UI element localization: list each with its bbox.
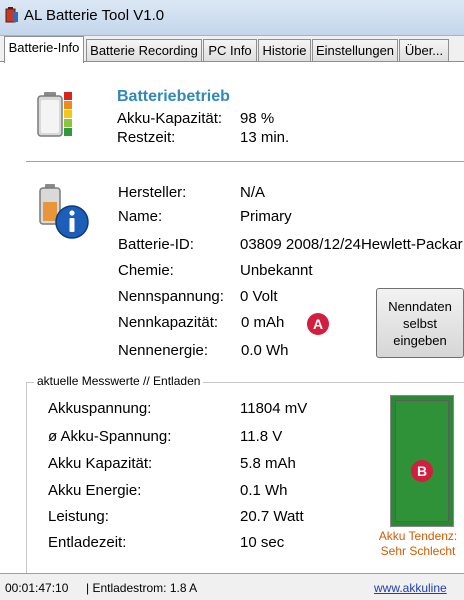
power-value: 20.7 Watt [240,508,304,525]
tendency-value: Sehr Schlecht [380,544,456,558]
tab-batterie-info[interactable]: Batterie-Info [4,36,84,63]
tab-panel-batterie-info: Batteriebetrieb Akku-Kapazität: 98 % Res… [0,61,464,574]
status-bar: 00:01:47:10 | Entladestrom: 1.8 A www.ak… [0,573,464,600]
section-divider [26,161,464,162]
measurements-group-title: aktuelle Messwerte // Entladen [34,374,204,388]
nominal-voltage-value: 0 Volt [240,288,278,305]
app-battery-icon [5,7,18,23]
battery-name-value: Primary [240,208,292,225]
tab-bar: Batterie-Info Batterie Recording PC Info… [0,36,464,63]
current-capacity-label: Akku Kapazität: [48,455,153,472]
energy-value: 0.1 Wh [240,482,288,499]
capacity-value: 98 % [240,110,275,127]
avg-voltage-value: 11.8 V [240,428,283,445]
window-title: AL Batterie Tool V1.0 [24,7,165,24]
title-bar[interactable]: AL Batterie Tool V1.0 [0,0,464,36]
chemistry-value: Unbekannt [240,262,313,279]
tab-historie[interactable]: Historie [258,39,311,61]
tendency-label: Akku Tendenz: [378,529,458,543]
button-line-1: Nenndaten [388,299,452,314]
capacity-label: Akku-Kapazität: [117,110,223,127]
power-source-heading: Batteriebetrieb [117,88,230,105]
chemistry-label: Chemie: [118,262,174,279]
discharge-current: | Entladestrom: 1.8 A [86,581,198,595]
nominal-voltage-label: Nennspannung: [118,288,224,305]
energy-label: Akku Energie: [48,482,142,499]
remaining-time-value: 13 min. [240,129,290,146]
website-link[interactable]: www.akkuline [374,581,447,595]
manufacturer-value: N/A [240,184,266,201]
battery-id-value: 03809 2008/12/24Hewlett-Packar [240,236,463,253]
voltage-value: 11804 mV [240,400,308,417]
tab-batterie-recording[interactable]: Batterie Recording [86,39,202,61]
battery-level-icon [37,92,72,137]
button-line-2: selbst [403,316,437,331]
nominal-energy-value: 0.0 Wh [241,342,289,359]
tab-pc-info[interactable]: PC Info [203,39,257,61]
elapsed-time: 00:01:47:10 [5,581,69,595]
nominal-capacity-label: Nennkapazität: [118,314,219,331]
callout-marker-b: B [411,460,433,482]
battery-name-label: Name: [118,208,163,225]
tab-einstellungen[interactable]: Einstellungen [312,39,398,61]
voltage-label: Akkuspannung: [48,400,152,417]
battery-info-icon [39,184,89,239]
power-label: Leistung: [48,508,109,525]
nominal-energy-label: Nennenergie: [118,342,209,359]
battery-id-label: Batterie-ID: [118,236,194,253]
tab-ueber[interactable]: Über... [399,39,449,61]
manufacturer-label: Hersteller: [118,184,187,201]
discharge-time-value: 10 sec [240,534,285,551]
current-capacity-value: 5.8 mAh [240,455,296,472]
avg-voltage-label: ø Akku-Spannung: [48,428,172,445]
button-line-3: eingeben [393,333,447,348]
nominal-capacity-value: 0 mAh [241,314,285,331]
callout-marker-a: A [307,313,329,335]
remaining-time-label: Restzeit: [117,129,176,146]
enter-nominal-data-button[interactable]: Nenndaten selbst eingeben [376,288,464,358]
battery-tendency-gauge: B [390,395,454,527]
discharge-time-label: Entladezeit: [48,534,127,551]
